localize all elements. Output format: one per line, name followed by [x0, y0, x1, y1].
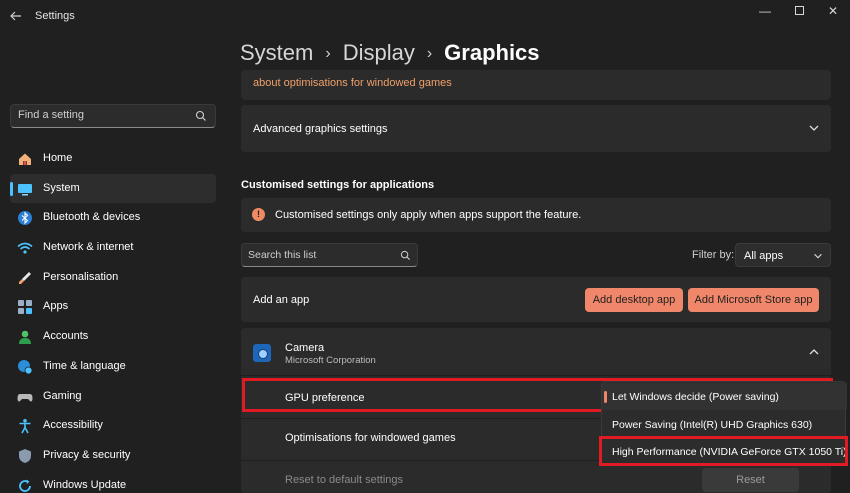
wifi-icon: [17, 242, 33, 254]
update-icon: [19, 479, 31, 492]
add-desktop-app-button[interactable]: Add desktop app: [585, 288, 683, 312]
home-icon: [19, 153, 31, 165]
add-app-label: Add an app: [253, 294, 310, 306]
camera-app-icon: [253, 344, 271, 362]
sidebar-item-time-language[interactable]: Time & language: [10, 352, 216, 382]
sidebar-item-gaming[interactable]: Gaming: [10, 382, 216, 412]
breadcrumb: System › Display › Graphics: [240, 40, 540, 66]
reset-label: Reset to default settings: [285, 474, 404, 486]
back-arrow-icon[interactable]: [6, 8, 26, 26]
breadcrumb-system[interactable]: System: [240, 40, 313, 65]
sidebar-item-home[interactable]: Home: [10, 144, 216, 174]
search-icon: [400, 250, 411, 261]
gamepad-icon: [17, 393, 33, 401]
find-setting-input[interactable]: [18, 109, 188, 121]
sidebar-nav: Home System Bluetooth & devices Network …: [10, 144, 216, 493]
breadcrumb-display[interactable]: Display: [343, 40, 415, 65]
high-performance-highlight: [599, 436, 848, 466]
sidebar-item-system[interactable]: System: [10, 173, 216, 204]
filter-value: All apps: [744, 250, 784, 262]
info-text: Customised settings only apply when apps…: [275, 209, 582, 221]
add-app-card: Add an app Add desktop app Add Microsoft…: [241, 277, 831, 322]
minimize-button[interactable]: —: [748, 2, 782, 20]
windowed-optimisations-label: Optimisations for windowed games: [285, 432, 456, 444]
shield-icon: [19, 448, 31, 463]
windowed-games-card: about optimisations for windowed games: [241, 70, 831, 100]
search-icon: [195, 110, 206, 121]
chevron-up-icon[interactable]: [807, 345, 821, 359]
gpu-option-let-windows-decide[interactable]: Let Windows decide (Power saving): [602, 383, 847, 410]
maximize-icon: [794, 6, 804, 16]
sidebar-item-accessibility[interactable]: Accessibility: [10, 411, 216, 441]
globe-clock-icon: [18, 359, 33, 375]
section-title: Customised settings for applications: [241, 179, 435, 191]
accessibility-icon: [19, 419, 31, 434]
sidebar-item-personalisation[interactable]: Personalisation: [10, 263, 216, 293]
filter-dropdown[interactable]: All apps: [735, 243, 831, 267]
sidebar-item-accounts[interactable]: Accounts: [10, 322, 216, 352]
search-list-input[interactable]: [248, 249, 388, 261]
maximize-button[interactable]: [782, 2, 816, 20]
app-publisher: Microsoft Corporation: [285, 355, 376, 366]
advanced-graphics-label: Advanced graphics settings: [253, 123, 388, 135]
close-button[interactable]: ✕: [816, 2, 850, 20]
breadcrumb-separator: ›: [426, 45, 433, 62]
window-title: Settings: [35, 10, 75, 22]
reset-button[interactable]: Reset: [702, 468, 799, 492]
info-icon: !: [252, 208, 265, 221]
gpu-option-power-saving[interactable]: Power Saving (Intel(R) UHD Graphics 630): [602, 411, 847, 438]
monitor-icon: [18, 183, 32, 196]
filter-label: Filter by:: [692, 249, 735, 261]
sidebar-item-bluetooth[interactable]: Bluetooth & devices: [10, 203, 216, 233]
sidebar-item-apps[interactable]: Apps: [10, 292, 216, 322]
page-title: Graphics: [444, 40, 540, 65]
find-setting-search[interactable]: [10, 104, 216, 128]
divider: [241, 375, 831, 376]
person-icon: [19, 330, 31, 345]
bluetooth-icon: [18, 211, 32, 226]
app-name: Camera: [285, 342, 325, 354]
windowed-games-link[interactable]: about optimisations for windowed games: [253, 77, 452, 89]
sidebar-item-privacy-security[interactable]: Privacy & security: [10, 441, 216, 471]
info-bar: ! Customised settings only apply when ap…: [241, 198, 831, 232]
add-store-app-button[interactable]: Add Microsoft Store app: [688, 288, 819, 312]
advanced-graphics-settings-card[interactable]: Advanced graphics settings: [241, 105, 831, 152]
breadcrumb-separator: ›: [325, 45, 331, 62]
chevron-down-icon: [814, 253, 822, 259]
brush-icon: [19, 271, 31, 284]
search-list[interactable]: [241, 243, 418, 267]
sidebar-item-windows-update[interactable]: Windows Update: [10, 471, 216, 493]
chevron-down-icon[interactable]: [807, 121, 821, 135]
sidebar-item-network[interactable]: Network & internet: [10, 233, 216, 263]
title-bar: Settings — ✕: [0, 0, 850, 34]
apps-icon: [18, 300, 32, 315]
